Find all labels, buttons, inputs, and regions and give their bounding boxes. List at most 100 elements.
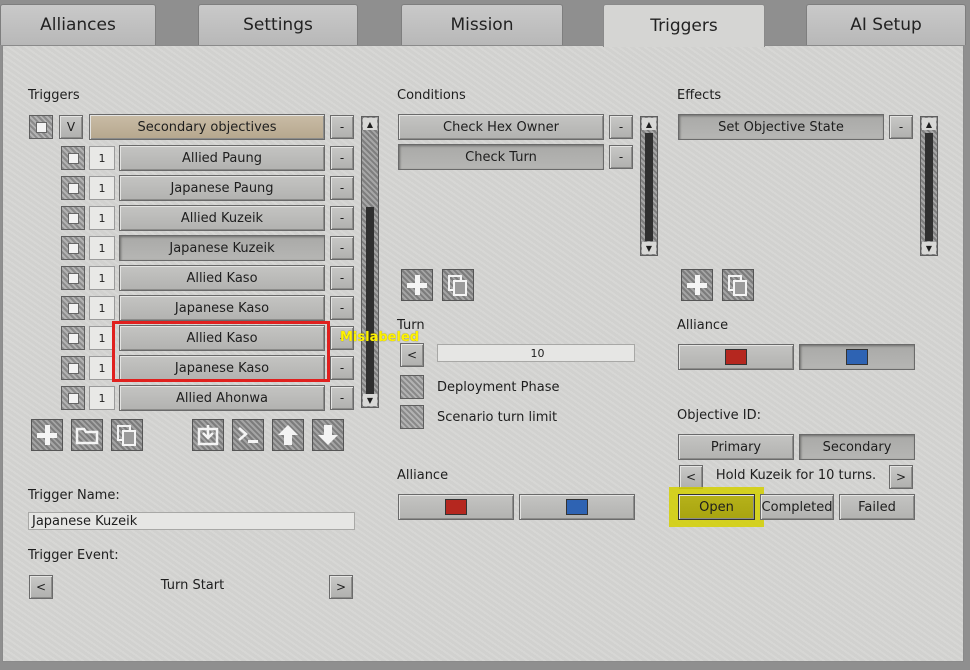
objective-next-button[interactable]: > bbox=[889, 465, 913, 489]
group-collapse-toggle[interactable]: V bbox=[59, 115, 83, 139]
condition-remove-button[interactable]: - bbox=[609, 115, 633, 139]
trigger-name-input[interactable]: Japanese Kuzeik bbox=[28, 512, 355, 530]
trigger-group-secondary-objectives[interactable]: Secondary objectives bbox=[89, 114, 325, 140]
turn-value-field[interactable]: 10 bbox=[437, 344, 635, 362]
trigger-remove-button[interactable]: - bbox=[330, 206, 354, 230]
trigger-item[interactable]: Allied Paung bbox=[119, 145, 325, 171]
scroll-down-arrow[interactable]: ▼ bbox=[922, 242, 936, 254]
trigger-count: 1 bbox=[89, 176, 115, 200]
tab-triggers[interactable]: Triggers bbox=[603, 4, 765, 47]
trigger-remove-button[interactable]: - bbox=[330, 266, 354, 290]
trigger-checkbox[interactable] bbox=[61, 356, 85, 380]
tab-mission[interactable]: Mission bbox=[401, 4, 563, 45]
trigger-item[interactable]: Japanese Paung bbox=[119, 175, 325, 201]
objective-primary-button[interactable]: Primary bbox=[678, 434, 794, 460]
deployment-phase-label: Deployment Phase bbox=[437, 380, 560, 395]
trigger-checkbox[interactable] bbox=[61, 236, 85, 260]
objective-text: Hold Kuzeik for 10 turns. bbox=[715, 468, 877, 483]
trigger-remove-button[interactable]: - bbox=[330, 176, 354, 200]
trigger-item[interactable]: Allied Ahonwa bbox=[119, 385, 325, 411]
group-checkbox[interactable] bbox=[29, 115, 53, 139]
tab-alliances[interactable]: Alliances bbox=[0, 4, 156, 45]
trigger-remove-button[interactable]: - bbox=[330, 356, 354, 380]
objective-state-completed-button[interactable]: Completed bbox=[760, 494, 834, 520]
scroll-up-arrow[interactable]: ▲ bbox=[642, 118, 656, 130]
objective-state-open-button[interactable]: Open bbox=[678, 494, 755, 520]
condition-check-turn[interactable]: Check Turn bbox=[398, 144, 604, 170]
group-remove-button[interactable]: - bbox=[330, 115, 354, 139]
tab-settings[interactable]: Settings bbox=[198, 4, 358, 45]
copy-icon[interactable] bbox=[722, 269, 754, 301]
trigger-remove-button[interactable]: - bbox=[330, 146, 354, 170]
trigger-event-label: Trigger Event: bbox=[28, 548, 119, 563]
turn-label: Turn bbox=[397, 318, 425, 333]
trigger-count: 1 bbox=[89, 146, 115, 170]
trigger-event-prev-button[interactable]: < bbox=[29, 575, 53, 599]
scroll-thumb[interactable] bbox=[925, 133, 933, 241]
alliance-allied-button[interactable] bbox=[398, 494, 514, 520]
trigger-count: 1 bbox=[89, 266, 115, 290]
scenario-turn-limit-checkbox[interactable] bbox=[400, 405, 424, 429]
effect-alliance-allied-button[interactable] bbox=[678, 344, 794, 370]
trigger-count: 1 bbox=[89, 236, 115, 260]
turn-decrement-button[interactable]: < bbox=[400, 343, 424, 367]
mislabeled-highlight-box bbox=[112, 321, 330, 382]
alliance-label-conditions: Alliance bbox=[397, 468, 449, 483]
allied-color-swatch bbox=[445, 499, 467, 515]
objective-secondary-button[interactable]: Secondary bbox=[799, 434, 915, 460]
trigger-item[interactable]: Allied Kuzeik bbox=[119, 205, 325, 231]
alliance-japanese-button[interactable] bbox=[519, 494, 635, 520]
console-icon[interactable] bbox=[232, 419, 264, 451]
objective-id-label: Objective ID: bbox=[677, 408, 761, 423]
trigger-checkbox[interactable] bbox=[61, 176, 85, 200]
trigger-checkbox[interactable] bbox=[61, 386, 85, 410]
plus-icon[interactable] bbox=[31, 419, 63, 451]
plus-icon[interactable] bbox=[401, 269, 433, 301]
trigger-event-next-button[interactable]: > bbox=[329, 575, 353, 599]
trigger-remove-button[interactable]: - bbox=[330, 296, 354, 320]
effect-set-objective-state[interactable]: Set Objective State bbox=[678, 114, 884, 140]
scroll-up-arrow[interactable]: ▲ bbox=[922, 118, 936, 130]
trigger-item[interactable]: Allied Kaso bbox=[119, 265, 325, 291]
trigger-item[interactable]: Japanese Kuzeik bbox=[119, 235, 325, 261]
allied-color-swatch bbox=[725, 349, 747, 365]
trigger-count: 1 bbox=[89, 386, 115, 410]
arrow-down-icon[interactable] bbox=[312, 419, 344, 451]
trigger-count: 1 bbox=[89, 296, 115, 320]
deployment-phase-checkbox[interactable] bbox=[400, 375, 424, 399]
effects-scrollbar[interactable]: ▲ ▼ bbox=[920, 116, 938, 256]
condition-remove-button[interactable]: - bbox=[609, 145, 633, 169]
scroll-down-arrow[interactable]: ▼ bbox=[642, 242, 656, 254]
copy-icon[interactable] bbox=[111, 419, 143, 451]
trigger-checkbox[interactable] bbox=[61, 206, 85, 230]
trigger-event-value: Turn Start bbox=[160, 578, 225, 593]
save-icon[interactable] bbox=[192, 419, 224, 451]
objective-prev-button[interactable]: < bbox=[679, 465, 703, 489]
triggers-scrollbar[interactable]: ▲ ▼ bbox=[361, 116, 379, 408]
conditions-scrollbar[interactable]: ▲ ▼ bbox=[640, 116, 658, 256]
trigger-checkbox[interactable] bbox=[61, 146, 85, 170]
arrow-up-icon[interactable] bbox=[272, 419, 304, 451]
trigger-checkbox[interactable] bbox=[61, 296, 85, 320]
condition-check-hex-owner[interactable]: Check Hex Owner bbox=[398, 114, 604, 140]
tab-ai-setup[interactable]: AI Setup bbox=[806, 4, 966, 45]
scroll-thumb[interactable] bbox=[366, 207, 374, 397]
trigger-count: 1 bbox=[89, 206, 115, 230]
trigger-remove-button[interactable]: - bbox=[330, 386, 354, 410]
japanese-color-swatch bbox=[846, 349, 868, 365]
objective-state-failed-button[interactable]: Failed bbox=[839, 494, 915, 520]
copy-icon[interactable] bbox=[442, 269, 474, 301]
trigger-item[interactable]: Japanese Kaso bbox=[119, 295, 325, 321]
plus-icon[interactable] bbox=[681, 269, 713, 301]
trigger-checkbox[interactable] bbox=[61, 326, 85, 350]
scroll-thumb[interactable] bbox=[645, 133, 653, 241]
effect-alliance-japanese-button[interactable] bbox=[799, 344, 915, 370]
alliance-label-effects: Alliance bbox=[677, 318, 729, 333]
folder-icon[interactable] bbox=[71, 419, 103, 451]
effects-section-label: Effects bbox=[677, 88, 722, 103]
trigger-checkbox[interactable] bbox=[61, 266, 85, 290]
trigger-remove-button[interactable]: - bbox=[330, 236, 354, 260]
scroll-up-arrow[interactable]: ▲ bbox=[363, 118, 377, 130]
scroll-down-arrow[interactable]: ▼ bbox=[363, 394, 377, 406]
effect-remove-button[interactable]: - bbox=[889, 115, 913, 139]
